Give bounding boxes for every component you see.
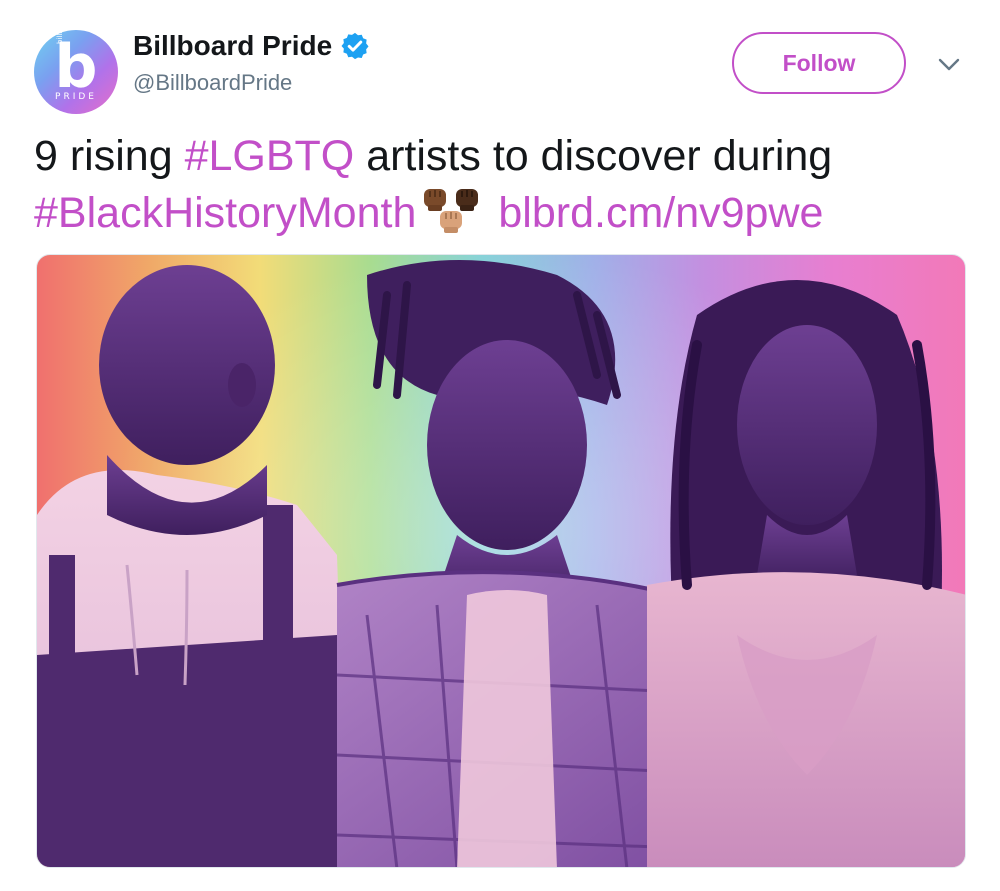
chevron-down-icon[interactable]	[936, 54, 962, 74]
hashtag-lgbtq[interactable]: #LGBTQ	[185, 132, 355, 180]
tweet-text-segment: 9 rising	[34, 132, 185, 180]
raised-fists-emoji-icon	[424, 189, 479, 233]
name-row: Billboard Pride	[133, 26, 370, 66]
follow-button[interactable]: Follow	[732, 32, 906, 94]
avatar[interactable]: billboard b PRIDE	[34, 30, 118, 114]
tweet-header: billboard b PRIDE Billboard Pride @Billb…	[0, 0, 1000, 120]
verified-badge-icon	[341, 32, 369, 60]
account-handle[interactable]: @BillboardPride	[133, 70, 292, 96]
artist-collage-illustration	[37, 260, 965, 867]
tweet-line-1: 9 rising #LGBTQ artists to discover duri…	[34, 128, 974, 185]
figure-right	[647, 280, 965, 867]
display-name[interactable]: Billboard Pride	[133, 30, 332, 62]
tweet-text-segment: artists to discover during	[354, 132, 833, 180]
tweet-line-2: #BlackHistoryMonth blbrd.cm/nv9pwe	[34, 185, 974, 242]
avatar-pride-text: PRIDE	[55, 92, 97, 102]
tweet-text: 9 rising #LGBTQ artists to discover duri…	[34, 128, 974, 242]
figure-left	[37, 265, 347, 867]
hashtag-black-history-month[interactable]: #BlackHistoryMonth	[34, 189, 416, 237]
tweet-link[interactable]: blbrd.cm/nv9pwe	[498, 189, 823, 237]
tweet-media-image[interactable]	[36, 254, 966, 868]
